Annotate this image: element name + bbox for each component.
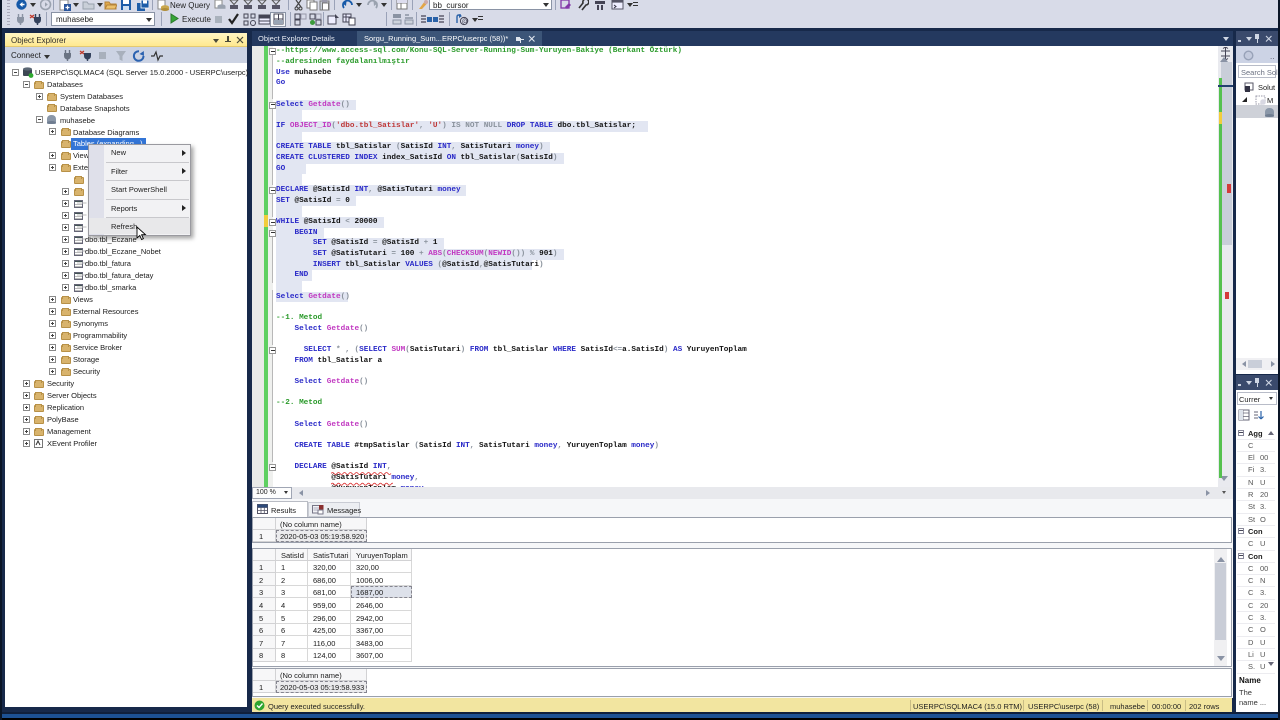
svg-text:@: @ (462, 18, 469, 25)
